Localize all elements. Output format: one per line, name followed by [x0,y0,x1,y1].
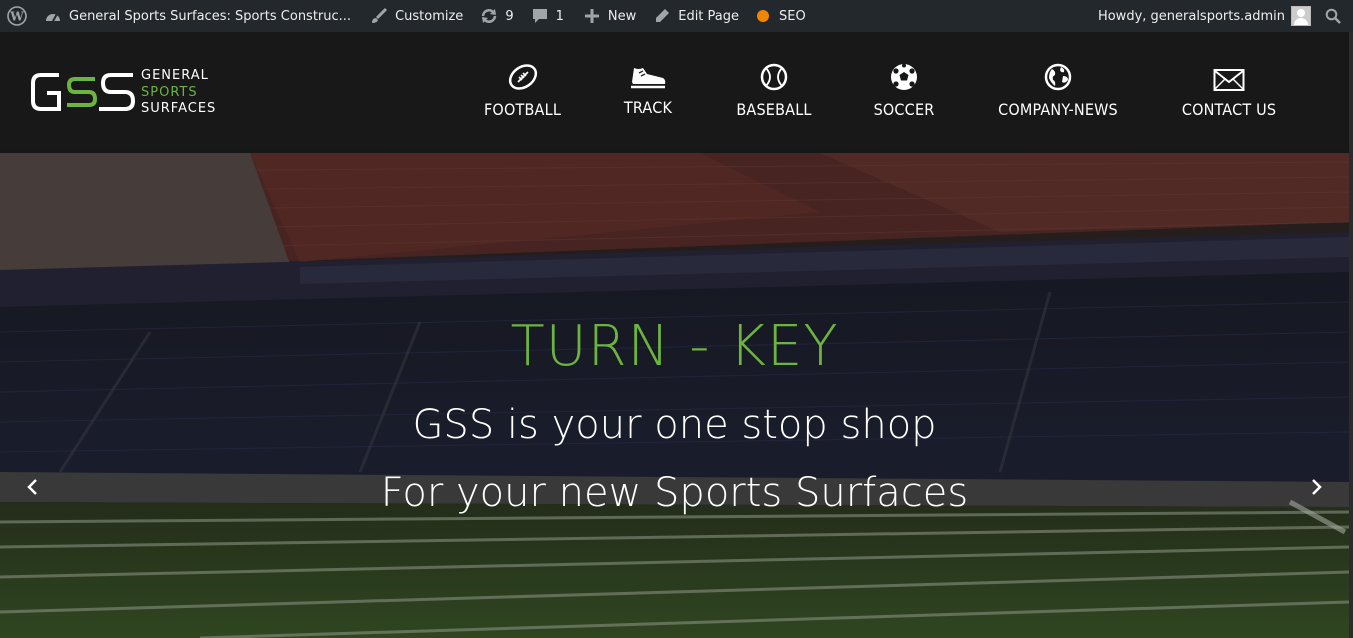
slider-previous-arrow[interactable] [18,472,48,502]
nav-label-company-news: COMPANY-NEWS [998,100,1118,119]
logo-line-surfaces: SURFACES [141,101,217,116]
comments-link[interactable]: 1 [530,0,564,32]
nav-label-football: FOOTBALL [483,100,562,119]
updates-link[interactable]: 9 [479,0,514,32]
updates-count: 9 [505,8,514,24]
nav-item-company-news[interactable]: COMPANY-NEWS [995,62,1121,119]
wordpress-menu[interactable]: W [7,0,27,32]
search-icon [1325,8,1341,24]
new-content-link[interactable]: New [582,0,636,32]
new-label: New [607,8,637,24]
nav-item-track[interactable]: TRACK [622,60,674,117]
pencil-icon [652,6,672,26]
wordpress-logo-icon: W [7,6,27,26]
nav-item-contact-us[interactable]: CONTACT US [1181,62,1277,119]
hero-heading: TURN - KEY [510,314,839,379]
seo-menu[interactable]: SEO [757,0,806,32]
seo-label: SEO [779,8,806,24]
admin-search-button[interactable] [1325,0,1341,32]
site-logo[interactable]: GENERAL SPORTS SURFACES [29,68,229,118]
page-scrollbar[interactable] [1349,32,1353,638]
plus-icon [582,6,602,26]
my-account-menu[interactable]: Howdy, generalsports.admin [1098,0,1325,32]
sneaker-icon [629,60,667,90]
site-name-link[interactable]: General Sports Surfaces: Sports Construc… [43,0,351,32]
nav-item-football[interactable]: FOOTBALL [483,62,562,119]
site-header: GENERAL SPORTS SURFACES FOOTBALL TRACK B… [0,32,1349,153]
customize-label: Customize [395,8,464,24]
hero-subheading-line-2: For your new Sports Surfaces [380,470,969,516]
seo-status-dot-icon [757,10,770,22]
logo-line-general: GENERAL [141,68,209,83]
hero-subheading-line-1: GSS is your one stop shop [412,402,937,448]
nav-item-soccer[interactable]: SOCCER [873,62,935,119]
envelope-icon [1213,62,1245,92]
slider-next-arrow[interactable] [1301,472,1331,502]
gss-logo-mark-icon [31,73,135,111]
football-icon [507,62,539,92]
nav-label-baseball: BASEBALL [736,100,812,119]
soccer-ball-icon [889,62,919,92]
nav-label-soccer: SOCCER [873,100,935,119]
logo-line-sports: SPORTS [141,84,198,100]
comments-count: 1 [555,8,564,24]
edit-page-link[interactable]: Edit Page [652,0,739,32]
refresh-icon [479,6,499,26]
nav-label-contact-us: CONTACT US [1181,100,1277,119]
customize-link[interactable]: Customize [369,0,463,32]
nav-item-baseball[interactable]: BASEBALL [734,62,814,119]
wp-admin-bar: W General Sports Surfaces: Sports Constr… [0,0,1353,32]
logo-wordmark: GENERAL SPORTS SURFACES [141,68,216,118]
comment-bubble-icon [530,6,550,26]
site-title: General Sports Surfaces: Sports Construc… [69,8,352,24]
paintbrush-icon [369,6,389,26]
globe-icon [1043,62,1073,92]
nav-label-track: TRACK [623,98,673,117]
avatar [1291,6,1311,26]
svg-text:W: W [9,10,24,24]
baseball-icon [759,62,789,92]
chevron-right-icon [1312,479,1322,495]
edit-page-label: Edit Page [678,8,740,24]
dashboard-gauge-icon [43,6,63,26]
chevron-left-icon [27,479,37,495]
howdy-greeting: Howdy, generalsports.admin [1097,8,1285,24]
